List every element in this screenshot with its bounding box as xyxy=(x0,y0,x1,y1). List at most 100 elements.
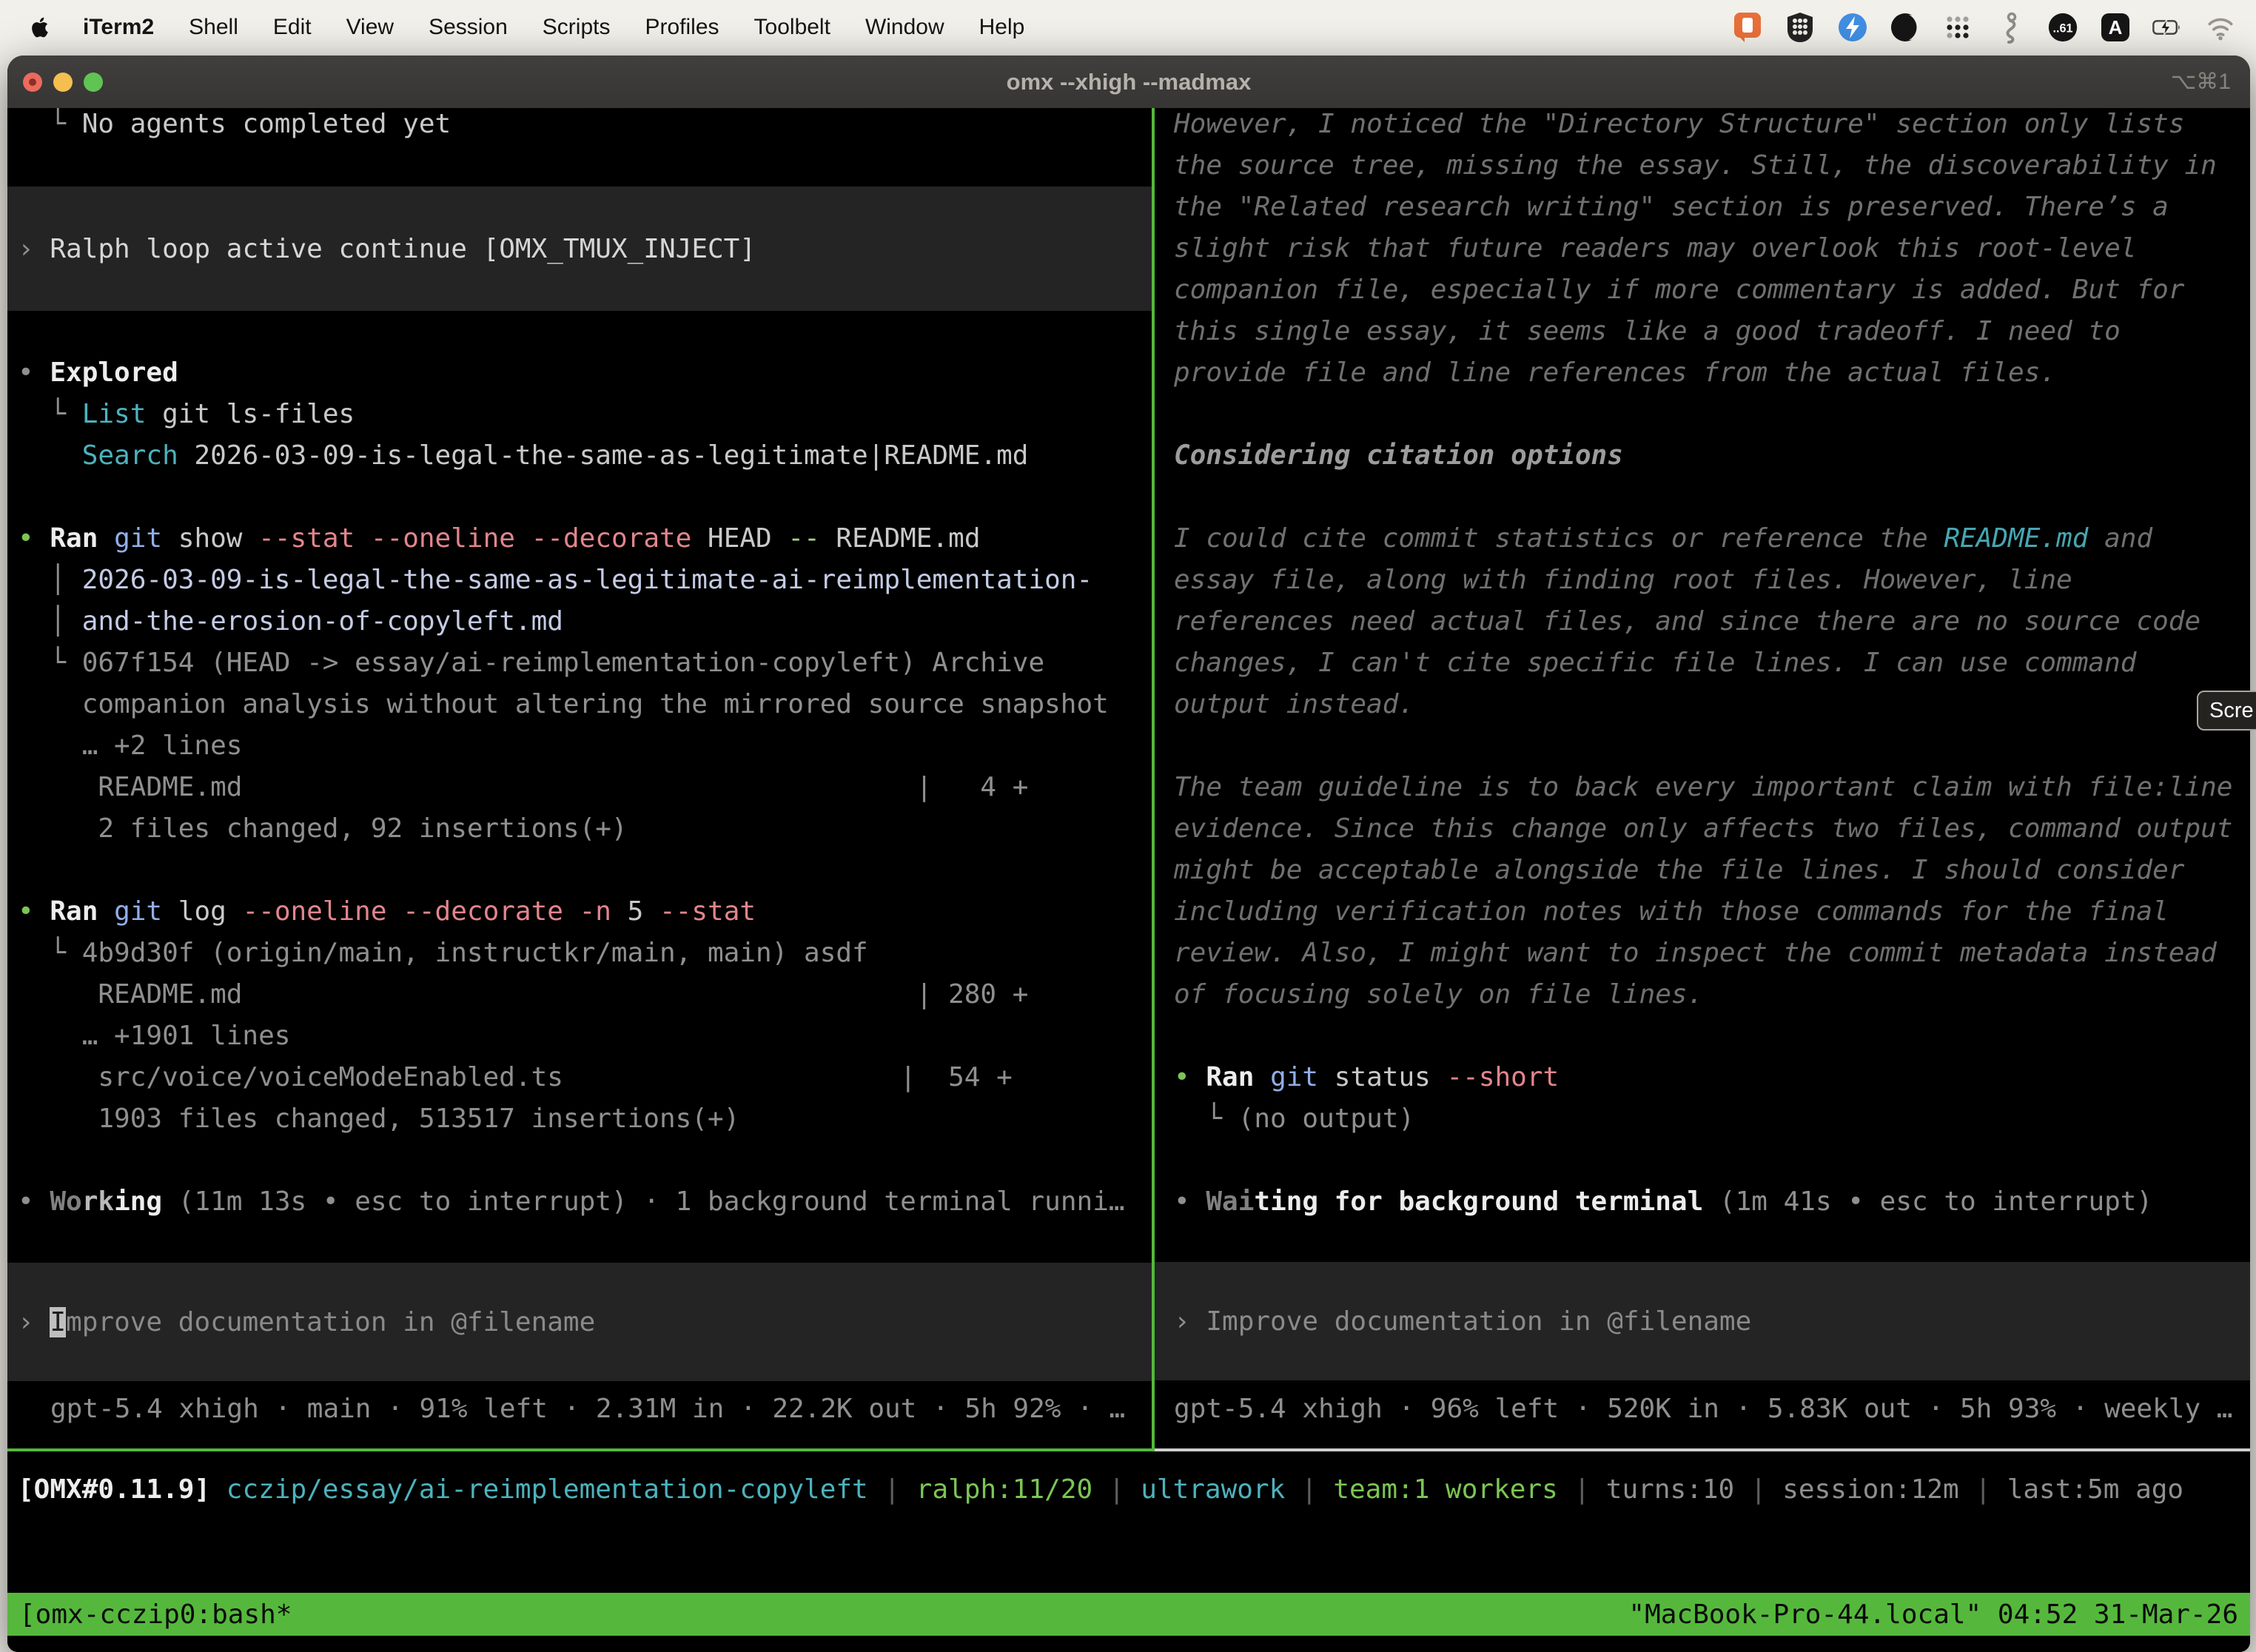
terminal-segment: Ran xyxy=(50,896,98,927)
menu-item-shell[interactable]: Shell xyxy=(189,15,238,40)
terminal-line xyxy=(18,850,1152,891)
right-command-input[interactable]: › Improve documentation in @filename xyxy=(1155,1262,2250,1380)
terminal-line: However, I noticed the "Directory Struct… xyxy=(1174,108,2250,145)
terminal-segment: ralph:11/20 xyxy=(916,1474,1109,1505)
terminal-segment: 1903 files changed, 513517 insertions(+) xyxy=(18,1104,739,1134)
terminal-segment: 2 files changed, 92 insertions(+) xyxy=(18,813,628,844)
tmux-host-clock-label: "MacBook-Pro-44.local" 04:52 31-Mar-26 xyxy=(1628,1599,2238,1630)
right-model-statusline: gpt-5.4 xhigh · 96% left · 520K in · 5.8… xyxy=(1155,1389,2250,1430)
menu-item-scripts[interactable]: Scripts xyxy=(543,15,611,40)
terminal-line: output instead. xyxy=(1174,684,2250,725)
menu-item-help[interactable]: Help xyxy=(979,15,1025,40)
menu-item-toolbelt[interactable]: Toolbelt xyxy=(754,15,830,40)
tmux-pane-left[interactable]: └ No agents completed yet • Explored └ L… xyxy=(7,108,1152,1448)
terminal-segment: git xyxy=(1254,1062,1318,1092)
terminal-segment: session:12m xyxy=(1782,1474,1975,1505)
close-button[interactable] xyxy=(23,73,42,92)
desktop: { "colors":{ "tmux_green":"#55b83c","tea… xyxy=(0,0,2256,1652)
menu-item-view[interactable]: View xyxy=(346,15,394,40)
apple-menu-icon[interactable] xyxy=(28,16,52,39)
bolt-badge-icon[interactable] xyxy=(1836,11,1869,44)
menu-item-iterm2[interactable]: iTerm2 xyxy=(83,15,154,40)
window-titlebar[interactable]: omx --xhigh --madmax ⌥⌘1 xyxy=(7,56,2250,108)
right-pane-output: However, I noticed the "Directory Struct… xyxy=(1155,108,2250,1223)
terminal-line: changes, I can't cite specific file line… xyxy=(1174,642,2250,684)
menu-bar: iTerm2 Shell Edit View Session Scripts P… xyxy=(0,0,2256,54)
terminal-line: • Working (11m 13s • esc to interrupt) ·… xyxy=(18,1181,1152,1223)
terminal-segment: team:1 workers xyxy=(1333,1474,1574,1505)
terminal-line xyxy=(18,1140,1152,1181)
terminal-segment: src/voice/voiceModeEnabled.ts | 54 + xyxy=(18,1062,1013,1092)
left-command-input[interactable]: › Improve documentation in @filename xyxy=(7,1263,1152,1381)
menu-item-session[interactable]: Session xyxy=(429,15,508,40)
terminal-segment: | xyxy=(1574,1474,1605,1505)
terminal-line: companion analysis without altering the … xyxy=(18,684,1152,725)
prompt-chevron: › xyxy=(1174,1306,1206,1337)
terminal-segment: the source tree, missing the essay. Stil… xyxy=(1174,150,2217,181)
ralph-loop-text: Ralph loop active continue [OMX_TMUX_INJ… xyxy=(50,234,756,264)
terminal-segment: including verification notes with those … xyxy=(1174,896,2169,927)
terminal-segment: --short xyxy=(1446,1062,1559,1092)
terminal-segment: and-the-erosion-of-copyleft.md xyxy=(82,606,563,637)
terminal-line: … +2 lines xyxy=(18,725,1152,767)
terminal-segment: However, I noticed the "Directory Struct… xyxy=(1174,109,2184,139)
percent-badge-icon[interactable]: ..61 xyxy=(2047,11,2079,44)
terminal-segment: The team guideline is to back every impo… xyxy=(1174,772,2232,802)
keypad-shield-icon[interactable] xyxy=(1784,11,1816,44)
terminal-segment: Wo xyxy=(50,1186,81,1217)
zoom-button[interactable] xyxy=(84,73,103,92)
chat-app-icon[interactable] xyxy=(1731,11,1764,44)
terminal-line: 1903 files changed, 513517 insertions(+) xyxy=(18,1098,1152,1140)
terminal-line: └ 4b9d30f (origin/main, instructkr/main,… xyxy=(18,933,1152,974)
terminal-segment: Ran xyxy=(1206,1062,1254,1092)
terminal-segment: List xyxy=(82,399,147,429)
terminal-line: companion file, especially if more comme… xyxy=(1174,269,2250,311)
terminal-line: provide file and line references from th… xyxy=(1174,352,2250,394)
terminal-line: • Ran git show --stat --oneline --decora… xyxy=(18,518,1152,560)
minimize-button[interactable] xyxy=(53,73,73,92)
terminal-segment: git ls-files xyxy=(146,399,355,429)
window-title: omx --xhigh --madmax xyxy=(1007,69,1252,95)
terminal-segment: git xyxy=(98,523,162,554)
terminal-line: the "Related research writing" section i… xyxy=(1174,187,2250,228)
terminal-area: └ No agents completed yet • Explored └ L… xyxy=(7,108,2250,1652)
terminal-segment: | xyxy=(1109,1474,1141,1505)
terminal-segment: cczip/essay/ai-reimplementation-copyleft xyxy=(210,1474,884,1505)
svg-text:A: A xyxy=(2109,16,2123,38)
terminal-segment: └ xyxy=(18,109,82,139)
terminal-segment: | xyxy=(1975,1474,2007,1505)
terminal-line: • Ran git status --short xyxy=(1174,1057,2250,1098)
terminal-line: README.md | 280 + xyxy=(18,974,1152,1015)
terminal-segment: Wai xyxy=(1206,1186,1254,1217)
terminal-segment: essay file, along with finding root file… xyxy=(1174,565,2072,595)
wifi-icon[interactable] xyxy=(2204,11,2237,44)
dots-grid-icon[interactable] xyxy=(1941,11,1974,44)
terminal-segment: Search xyxy=(82,440,178,471)
terminal-segment: … +2 lines xyxy=(18,731,242,761)
terminal-line: the source tree, missing the essay. Stil… xyxy=(1174,145,2250,187)
hook-icon[interactable] xyxy=(1994,11,2027,44)
terminal-segment: and xyxy=(2088,523,2152,554)
terminal-line: review. Also, I might want to inspect th… xyxy=(1174,933,2250,974)
terminal-segment: └ 067f154 (HEAD -> essay/ai-reimplementa… xyxy=(18,648,1044,678)
input-placeholder: mprove documentation in @filename xyxy=(66,1307,595,1337)
menu-item-window[interactable]: Window xyxy=(865,15,944,40)
terminal-segment: changes, I can't cite specific file line… xyxy=(1174,648,2136,678)
terminal-segment: evidence. Since this change only affects… xyxy=(1174,813,2232,844)
terminal-segment: ing xyxy=(114,1186,162,1217)
menu-item-profiles[interactable]: Profiles xyxy=(645,15,719,40)
ralph-loop-banner: › Ralph loop active continue [OMX_TMUX_I… xyxy=(7,187,1152,311)
letter-a-badge-icon[interactable]: A xyxy=(2099,11,2132,44)
crescent-badge-icon[interactable] xyxy=(1889,11,1921,44)
terminal-segment: --stat xyxy=(659,896,756,927)
menu-item-edit[interactable]: Edit xyxy=(273,15,312,40)
terminal-segment: HEAD xyxy=(691,523,788,554)
terminal-line xyxy=(18,145,1152,187)
tmux-pane-right[interactable]: However, I noticed the "Directory Struct… xyxy=(1155,108,2250,1448)
terminal-segment: -- xyxy=(788,523,819,554)
terminal-segment: last:5m ago xyxy=(2007,1474,2183,1505)
battery-icon[interactable] xyxy=(2152,11,2184,44)
terminal-line: including verification notes with those … xyxy=(1174,891,2250,933)
terminal-line xyxy=(1174,1140,2250,1181)
menu-status-icons: ..61 A xyxy=(1731,11,2237,44)
